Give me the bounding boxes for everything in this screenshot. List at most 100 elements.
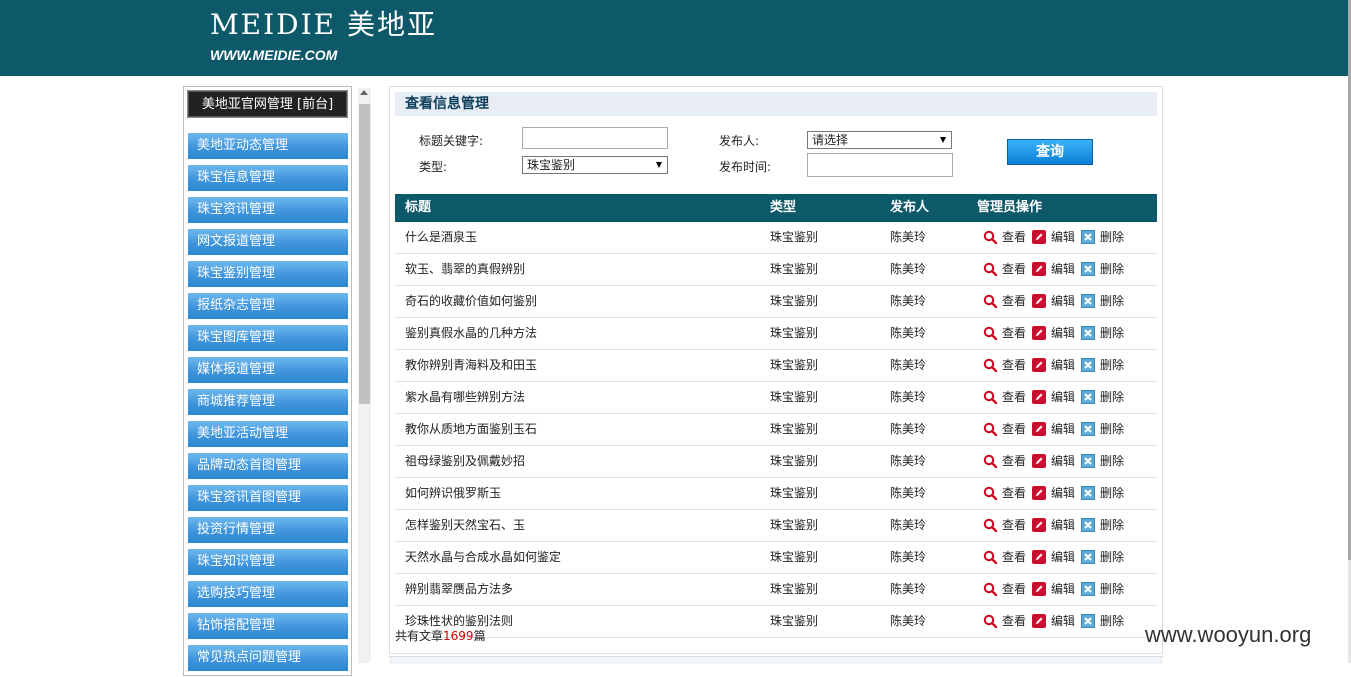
sidebar-item[interactable]: 商城推荐管理: [188, 389, 348, 415]
delete-button[interactable]: 删除: [1081, 542, 1124, 573]
query-button[interactable]: 查询: [1007, 139, 1093, 165]
row-actions: 查看 编辑 删除: [983, 414, 1130, 445]
row-type: 珠宝鉴别: [770, 582, 819, 596]
delete-button[interactable]: 删除: [1081, 286, 1124, 317]
sidebar-item[interactable]: 钻饰搭配管理: [188, 613, 348, 639]
edit-button[interactable]: 编辑: [1032, 542, 1075, 573]
delete-button[interactable]: 删除: [1081, 478, 1124, 509]
delete-label: 删除: [1100, 390, 1125, 404]
sidebar-item[interactable]: 投资行情管理: [188, 517, 348, 543]
sidebar-item[interactable]: 美地亚活动管理: [188, 421, 348, 447]
delete-button[interactable]: 删除: [1081, 350, 1124, 381]
view-button[interactable]: 查看: [983, 254, 1026, 285]
sidebar-title: 美地亚官网管理 [前台]: [187, 90, 348, 118]
delete-button[interactable]: 删除: [1081, 222, 1124, 253]
row-title[interactable]: 教你辨别青海料及和田玉: [405, 350, 537, 381]
count-number: 1699: [443, 629, 474, 643]
view-button[interactable]: 查看: [983, 318, 1026, 349]
edit-button[interactable]: 编辑: [1032, 318, 1075, 349]
view-button[interactable]: 查看: [983, 286, 1026, 317]
view-button[interactable]: 查看: [983, 542, 1026, 573]
edit-button[interactable]: 编辑: [1032, 510, 1075, 541]
pencil-icon: [1032, 481, 1047, 500]
sidebar-item[interactable]: 珠宝资讯管理: [188, 197, 348, 223]
view-button[interactable]: 查看: [983, 606, 1026, 637]
sidebar-scrollbar-thumb[interactable]: [359, 104, 370, 404]
pencil-icon: [1032, 577, 1047, 596]
edit-button[interactable]: 编辑: [1032, 382, 1075, 413]
delete-button[interactable]: 删除: [1081, 414, 1124, 445]
pencil-icon: [1032, 385, 1047, 404]
edit-button[interactable]: 编辑: [1032, 222, 1075, 253]
delete-button[interactable]: 删除: [1081, 446, 1124, 477]
delete-label: 删除: [1100, 582, 1125, 596]
sidebar-item[interactable]: 珠宝信息管理: [188, 165, 348, 191]
delete-button[interactable]: 删除: [1081, 318, 1124, 349]
delete-button[interactable]: 删除: [1081, 254, 1124, 285]
sidebar-item[interactable]: 珠宝鉴别管理: [188, 261, 348, 287]
view-label: 查看: [1002, 486, 1027, 500]
view-button[interactable]: 查看: [983, 222, 1026, 253]
row-title[interactable]: 教你从质地方面鉴别玉石: [405, 414, 537, 445]
row-title[interactable]: 如何辨识俄罗斯玉: [405, 478, 501, 509]
edit-button[interactable]: 编辑: [1032, 286, 1075, 317]
scroll-up-arrow-icon[interactable]: [360, 90, 368, 95]
edit-button[interactable]: 编辑: [1032, 574, 1075, 605]
sidebar-scrollbar[interactable]: [358, 88, 371, 663]
view-label: 查看: [1002, 358, 1027, 372]
edit-button[interactable]: 编辑: [1032, 446, 1075, 477]
sidebar-item[interactable]: 报纸杂志管理: [188, 293, 348, 319]
row-title[interactable]: 软玉、翡翠的真假辨别: [405, 254, 525, 285]
edit-button[interactable]: 编辑: [1032, 478, 1075, 509]
sidebar-item[interactable]: 珠宝资讯首图管理: [188, 485, 348, 511]
view-button[interactable]: 查看: [983, 350, 1026, 381]
sidebar-item[interactable]: 珠宝图库管理: [188, 325, 348, 351]
publisher-select[interactable]: 请选择: [807, 131, 952, 149]
sidebar-item[interactable]: 美地亚动态管理: [188, 133, 348, 159]
time-input[interactable]: [807, 153, 953, 177]
sidebar-item[interactable]: 媒体报道管理: [188, 357, 348, 383]
row-title[interactable]: 天然水晶与合成水晶如何鉴定: [405, 542, 561, 573]
delete-button[interactable]: 删除: [1081, 606, 1124, 637]
close-icon: [1081, 577, 1096, 596]
row-title[interactable]: 怎样鉴别天然宝石、玉: [405, 510, 525, 541]
magnifier-icon: [983, 289, 998, 309]
sidebar-item[interactable]: 网文报道管理: [188, 229, 348, 255]
row-title[interactable]: 祖母绿鉴别及佩戴妙招: [405, 446, 525, 477]
sidebar-item[interactable]: 常见热点问题管理: [188, 645, 348, 671]
edit-button[interactable]: 编辑: [1032, 414, 1075, 445]
view-button[interactable]: 查看: [983, 446, 1026, 477]
keyword-label: 标题关键字:: [419, 134, 484, 148]
edit-button[interactable]: 编辑: [1032, 350, 1075, 381]
edit-button[interactable]: 编辑: [1032, 254, 1075, 285]
sidebar-item[interactable]: 珠宝知识管理: [188, 549, 348, 575]
edit-label: 编辑: [1051, 454, 1076, 468]
view-button[interactable]: 查看: [983, 478, 1026, 509]
view-button[interactable]: 查看: [983, 574, 1026, 605]
type-select[interactable]: 珠宝鉴别: [522, 156, 668, 174]
close-icon: [1081, 225, 1096, 244]
keyword-input[interactable]: [522, 127, 668, 149]
row-title[interactable]: 鉴别真假水晶的几种方法: [405, 318, 537, 349]
close-icon: [1081, 417, 1096, 436]
row-title[interactable]: 紫水晶有哪些辨别方法: [405, 382, 525, 413]
row-actions: 查看 编辑 删除: [983, 542, 1130, 573]
sidebar-item[interactable]: 品牌动态首图管理: [188, 453, 348, 479]
edit-button[interactable]: 编辑: [1032, 606, 1075, 637]
delete-button[interactable]: 删除: [1081, 574, 1124, 605]
delete-label: 删除: [1100, 294, 1125, 308]
logo-mark: MEIDIE 美地亚: [210, 8, 438, 41]
magnifier-icon: [983, 417, 998, 437]
view-button[interactable]: 查看: [983, 382, 1026, 413]
row-type: 珠宝鉴别: [770, 486, 819, 500]
view-button[interactable]: 查看: [983, 510, 1026, 541]
pencil-icon: [1032, 225, 1047, 244]
row-title[interactable]: 奇石的收藏价值如何鉴别: [405, 286, 537, 317]
sidebar-item[interactable]: 选购技巧管理: [188, 581, 348, 607]
row-title[interactable]: 什么是酒泉玉: [405, 222, 477, 253]
delete-button[interactable]: 删除: [1081, 382, 1124, 413]
row-title[interactable]: 辨别翡翠赝品方法多: [405, 574, 513, 605]
site-logo[interactable]: MEIDIE 美地亚 WWW.MEIDIE.COM: [210, 8, 437, 64]
delete-button[interactable]: 删除: [1081, 510, 1124, 541]
view-button[interactable]: 查看: [983, 414, 1026, 445]
